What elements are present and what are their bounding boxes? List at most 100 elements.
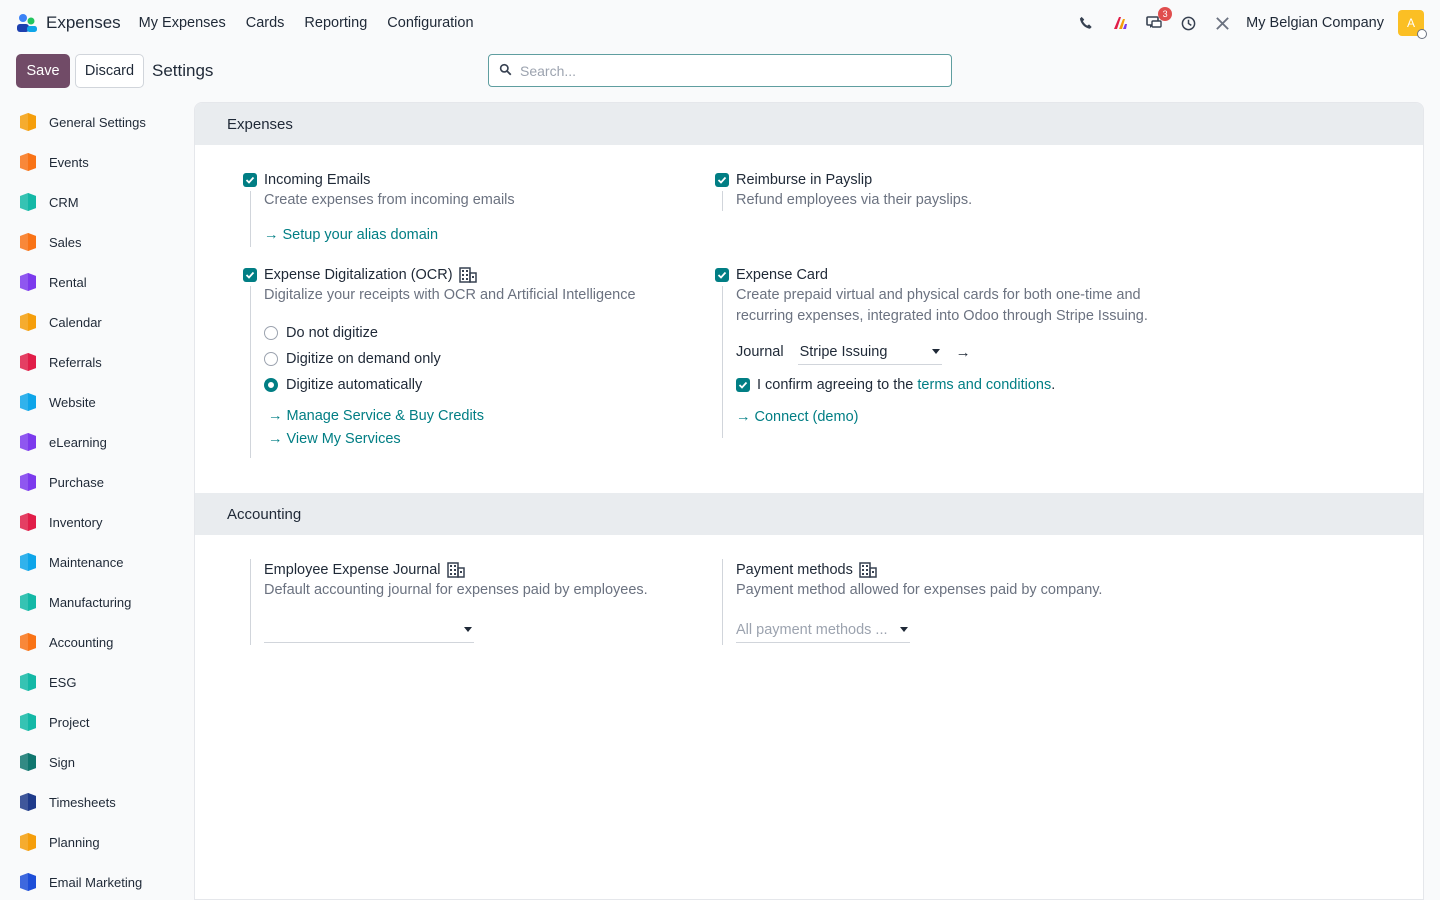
sidebar-item-sales[interactable]: Sales	[0, 222, 194, 262]
radio-do-not-digitize[interactable]: Do not digitize	[264, 320, 636, 346]
clock-icon[interactable]	[1178, 13, 1198, 33]
expense-card-checkbox[interactable]	[715, 268, 729, 282]
tools-icon[interactable]	[1212, 13, 1232, 33]
sidebar-item-inventory[interactable]: Inventory	[0, 502, 194, 542]
radio-label: Digitize automatically	[286, 377, 423, 393]
main-menu: My Expenses Cards Reporting Configuratio…	[139, 15, 474, 31]
internal-link-arrow-icon[interactable]: →	[956, 344, 971, 361]
expense-card-desc-2: recurring expenses, integrated into Odoo…	[736, 308, 1148, 324]
radio-button-selected[interactable]	[264, 378, 278, 392]
view-services-link[interactable]: → View My Services	[264, 431, 636, 447]
referrals-icon	[17, 351, 39, 373]
search-box	[488, 54, 952, 87]
timesheets-icon	[17, 791, 39, 813]
expense-card-setting: Expense Card Create prepaid virtual and …	[736, 264, 1156, 425]
reimburse-payslip-title: Reimburse in Payslip	[736, 171, 873, 188]
connect-demo-link[interactable]: → Connect (demo)	[736, 409, 1156, 425]
menu-configuration[interactable]: Configuration	[387, 15, 473, 31]
sales-icon	[17, 231, 39, 253]
sidebar-item-sign[interactable]: Sign	[0, 742, 194, 782]
sidebar-item-calendar[interactable]: Calendar	[0, 302, 194, 342]
sidebar-item-label: Accounting	[49, 634, 114, 650]
sidebar-item-planning[interactable]: Planning	[0, 822, 194, 862]
sidebar-item-timesheets[interactable]: Timesheets	[0, 782, 194, 822]
confirm-end: .	[1051, 377, 1056, 393]
radio-label: Do not digitize	[286, 325, 378, 341]
phone-icon[interactable]	[1076, 13, 1096, 33]
accounting-settings: Employee Expense Journal Default account…	[195, 535, 1423, 735]
sidebar-item-purchase[interactable]: Purchase	[0, 462, 194, 502]
manage-service-link[interactable]: → Manage Service & Buy Credits	[264, 408, 636, 424]
radio-button[interactable]	[264, 326, 278, 340]
app-name: Expenses	[46, 13, 121, 32]
menu-reporting[interactable]: Reporting	[304, 15, 367, 31]
divider	[722, 286, 723, 438]
sidebar-item-general-settings[interactable]: General Settings	[0, 102, 194, 142]
sidebar-item-accounting[interactable]: Accounting	[0, 622, 194, 662]
sidebar-item-label: Referrals	[49, 354, 102, 370]
chevron-down-icon	[900, 627, 908, 632]
reimburse-payslip-setting: Reimburse in Payslip Refund employees vi…	[736, 169, 972, 211]
menu-my-expenses[interactable]: My Expenses	[139, 15, 226, 31]
presence-status-icon	[1417, 29, 1427, 39]
sidebar-item-label: Website	[49, 394, 96, 410]
radio-button[interactable]	[264, 352, 278, 366]
sidebar-item-referrals[interactable]: Referrals	[0, 342, 194, 382]
sidebar-item-rental[interactable]: Rental	[0, 262, 194, 302]
payment-methods-title-row: Payment methods	[736, 559, 1102, 580]
sidebar-item-label: Project	[49, 714, 90, 730]
menu-cards[interactable]: Cards	[246, 15, 285, 31]
sidebar-item-project[interactable]: Project	[0, 702, 194, 742]
settings-sidebar: General Settings Events CRM Sales Rental Cale…	[0, 102, 194, 900]
ocr-checkbox[interactable]	[243, 268, 257, 282]
user-avatar[interactable]: A	[1398, 10, 1427, 39]
journal-value: Stripe Issuing	[799, 343, 888, 360]
sidebar-item-elearning[interactable]: eLearning	[0, 422, 194, 462]
ocr-title-row: Expense Digitalization (OCR)	[264, 264, 636, 285]
sidebar-item-website[interactable]: Website	[0, 382, 194, 422]
sidebar-item-maintenance[interactable]: Maintenance	[0, 542, 194, 582]
accounting-icon	[17, 631, 39, 653]
expense-card-title: Expense Card	[736, 266, 828, 283]
search-icon	[499, 63, 512, 79]
sidebar-item-manufacturing[interactable]: Manufacturing	[0, 582, 194, 622]
save-button[interactable]: Save	[16, 54, 70, 88]
sidebar-item-events[interactable]: Events	[0, 142, 194, 182]
sidebar-item-email-marketing[interactable]: Email Marketing	[0, 862, 194, 900]
divider	[722, 559, 723, 645]
incoming-emails-checkbox[interactable]	[243, 173, 257, 187]
control-panel: Save Discard Settings	[16, 54, 1424, 88]
terms-row: I confirm agreeing to the terms and cond…	[736, 377, 1156, 393]
navbar-systray: 3 My Belgian Company A	[1076, 7, 1427, 39]
chat-badge: 3	[1158, 7, 1173, 21]
sidebar-item-label: eLearning	[49, 434, 107, 450]
sidebar-item-esg[interactable]: ESG	[0, 662, 194, 702]
chat-icon[interactable]: 3	[1144, 7, 1173, 33]
app-brand[interactable]: Expenses	[16, 12, 121, 34]
journal-select[interactable]: Stripe Issuing	[797, 339, 942, 365]
radio-digitize-on-demand[interactable]: Digitize on demand only	[264, 346, 636, 372]
confirm-terms-checkbox[interactable]	[736, 378, 750, 392]
search-input[interactable]	[520, 62, 920, 79]
payment-methods-select[interactable]: All payment methods ...	[736, 617, 910, 643]
radio-digitize-automatically[interactable]: Digitize automatically	[264, 372, 636, 398]
incoming-emails-title: Incoming Emails	[264, 171, 371, 188]
terms-link[interactable]: terms and conditions	[917, 377, 1051, 393]
maintenance-icon	[17, 551, 39, 573]
reimburse-payslip-checkbox[interactable]	[715, 173, 729, 187]
employee-journal-select[interactable]	[264, 617, 474, 643]
crm-icon	[17, 191, 39, 213]
sidebar-item-label: Events	[49, 154, 89, 170]
esg-icon	[17, 671, 39, 693]
payment-methods-setting: Payment methods Payment method allowed f…	[736, 559, 1102, 643]
setup-alias-link[interactable]: → Setup your alias domain	[264, 227, 515, 243]
sidebar-item-crm[interactable]: CRM	[0, 182, 194, 222]
discard-button[interactable]: Discard	[75, 54, 144, 88]
company-switcher[interactable]: My Belgian Company	[1246, 15, 1384, 31]
ai-assistant-icon[interactable]	[1110, 13, 1130, 33]
website-icon	[17, 391, 39, 413]
events-icon	[17, 151, 39, 173]
rental-icon	[17, 271, 39, 293]
arrow-right-icon: →	[264, 227, 279, 243]
sidebar-item-label: Purchase	[49, 474, 104, 490]
